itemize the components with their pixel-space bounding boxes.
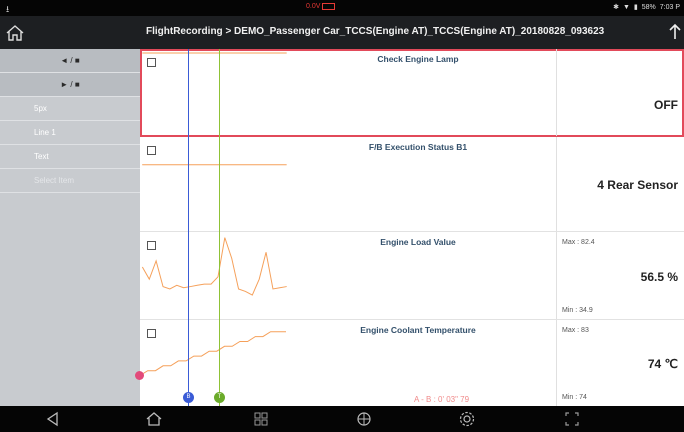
coolant-temp-series-line bbox=[140, 331, 286, 376]
max-label: Max : 82.4 bbox=[562, 239, 595, 246]
sidebar-item-text[interactable]: Text bbox=[0, 145, 140, 169]
status-right: ✱ ▼ ▮ 58% 7:03 P bbox=[613, 3, 680, 12]
screenshot-icon[interactable] bbox=[563, 410, 581, 428]
sidebar: ◄ / ■ ► / ■ 5px Line 1 Text Select Item bbox=[0, 49, 140, 406]
min-label: Min : 34.9 bbox=[562, 307, 593, 314]
item-value: OFF bbox=[654, 98, 678, 112]
voltage-indicator: 0.0V bbox=[306, 3, 336, 10]
gear-icon[interactable] bbox=[458, 410, 476, 428]
list-item[interactable]: Engine Load Value Max : 82.4 56.5 % Min … bbox=[140, 232, 684, 320]
upload-icon[interactable] bbox=[668, 22, 682, 42]
title-bar: FlightRecording > DEMO_Passenger Car_TCC… bbox=[0, 16, 684, 49]
clock: 7:03 P bbox=[659, 3, 680, 11]
row-checkbox[interactable] bbox=[147, 241, 156, 250]
apps-grid-icon[interactable] bbox=[252, 410, 270, 428]
globe-icon[interactable] bbox=[355, 410, 373, 428]
cursor-delta-readout: A - B : 0' 03" 79 bbox=[414, 395, 470, 404]
list-item[interactable]: Check Engine Lamp OFF bbox=[140, 49, 684, 137]
list-item[interactable]: F/B Execution Status B1 4 Rear Sensor bbox=[140, 137, 684, 232]
sidebar-item-line-count[interactable]: Line 1 bbox=[0, 121, 140, 145]
value-box: Max : 83 74 ℃ Min : 74 bbox=[556, 320, 684, 406]
home-icon[interactable] bbox=[145, 410, 163, 428]
value-box: 4 Rear Sensor bbox=[556, 137, 684, 231]
cursor-a-handle[interactable]: B bbox=[183, 392, 194, 403]
max-label: Max : 83 bbox=[562, 327, 589, 334]
item-value: 56.5 % bbox=[640, 270, 678, 284]
cursor-b-line[interactable] bbox=[219, 49, 220, 406]
car-battery-icon bbox=[322, 3, 336, 10]
bluetooth-icon: ✱ bbox=[613, 4, 619, 11]
item-value: 74 ℃ bbox=[647, 357, 678, 371]
battery-percent: 58% bbox=[641, 3, 656, 11]
sidebar-item-next-stop[interactable]: ► / ■ bbox=[0, 73, 140, 97]
sidebar-item-prev-stop[interactable]: ◄ / ■ bbox=[0, 49, 140, 73]
value-box: OFF bbox=[556, 49, 684, 136]
item-name: F/B Execution Status B1 bbox=[368, 142, 468, 152]
battery-icon: ▮ bbox=[633, 4, 638, 11]
sidebar-item-select-item[interactable]: Select Item bbox=[0, 169, 140, 193]
left-edge-marker bbox=[135, 371, 144, 380]
wifi-icon: ▼ bbox=[622, 3, 630, 11]
navigation-bar bbox=[0, 406, 684, 432]
sidebar-item-line-width[interactable]: 5px bbox=[0, 97, 140, 121]
value-box: Max : 82.4 56.5 % Min : 34.9 bbox=[556, 232, 684, 319]
row-checkbox[interactable] bbox=[147, 58, 156, 67]
back-icon[interactable] bbox=[44, 410, 62, 428]
cursor-b-handle[interactable]: T bbox=[214, 392, 225, 403]
item-name: Engine Load Value bbox=[380, 237, 456, 247]
cursor-a-line[interactable] bbox=[188, 49, 189, 406]
voltage-text: 0.0V bbox=[306, 3, 321, 10]
item-name: Check Engine Lamp bbox=[377, 54, 459, 64]
min-label: Min : 74 bbox=[562, 394, 587, 401]
home-icon[interactable] bbox=[4, 22, 26, 44]
engine-load-series-line bbox=[141, 237, 287, 296]
status-bar: ⭳ 0.0V ✱ ▼ ▮ 58% 7:03 P bbox=[0, 0, 684, 16]
item-value: 4 Rear Sensor bbox=[597, 178, 678, 192]
row-checkbox[interactable] bbox=[147, 329, 156, 338]
data-stream-panel: Check Engine Lamp OFF F/B Execution Stat… bbox=[135, 49, 684, 406]
item-name: Engine Coolant Temperature bbox=[360, 325, 476, 335]
row-checkbox[interactable] bbox=[147, 146, 156, 155]
page-title: FlightRecording > DEMO_Passenger Car_TCC… bbox=[146, 26, 605, 37]
